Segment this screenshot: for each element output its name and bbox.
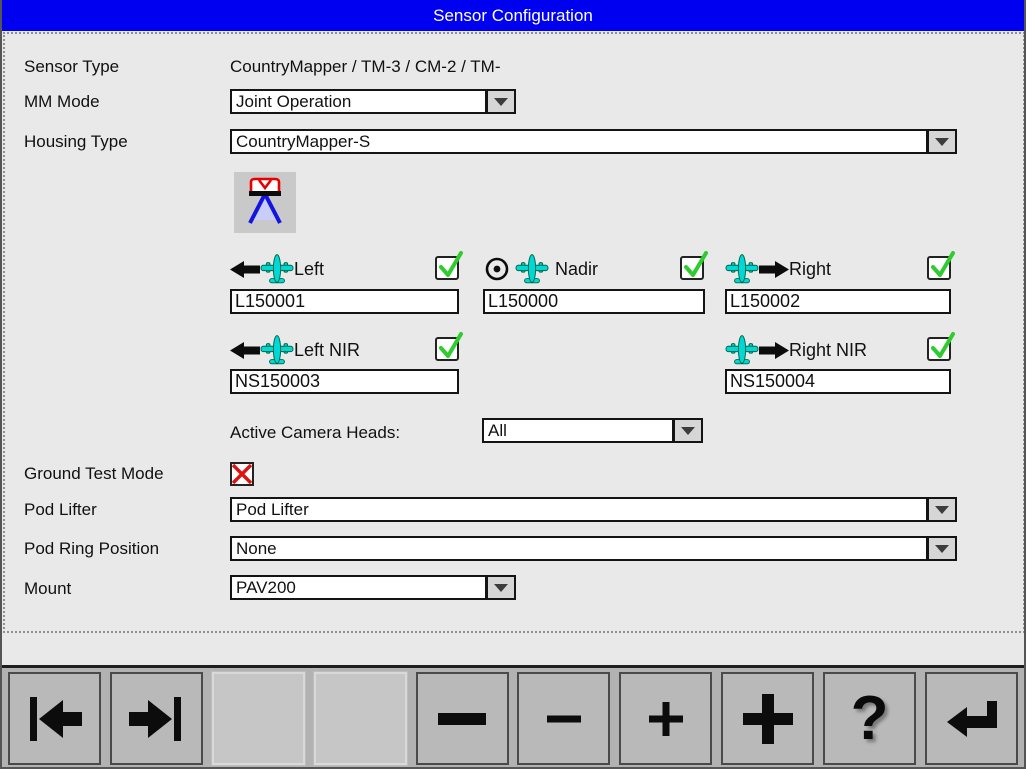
camera-head-right-nir-checkbox[interactable] [927,337,951,361]
enter-return-icon [941,689,1001,749]
pod-ring-position-value[interactable]: None [230,536,928,561]
sensor-type-value: CountryMapper / TM-3 / CM-2 / TM- [230,57,500,77]
pod-ring-position-dropdown-button[interactable] [927,536,957,561]
pod-ring-position-label: Pod Ring Position [24,539,159,559]
ground-test-mode-checkbox[interactable] [230,462,254,486]
pod-lifter-value[interactable]: Pod Lifter [230,497,928,522]
arrow-left-bar-icon [25,689,85,749]
arrow-right-bar-icon [126,689,186,749]
pod-lifter-label: Pod Lifter [24,500,97,520]
pod-ring-position-dropdown[interactable]: None [230,536,957,561]
active-camera-heads-dropdown-button[interactable] [673,418,703,443]
arrow-left-icon [230,342,260,359]
green-check-icon [930,332,956,362]
camera-head-nadir-serial-input[interactable] [483,289,705,314]
arrow-left-icon [230,261,260,278]
green-check-icon [438,251,464,281]
mount-dropdown[interactable]: PAV200 [230,575,516,600]
aircraft-top-view-icon [260,252,294,286]
camera-housing-icon [238,176,292,229]
mount-label: Mount [24,579,71,599]
camera-head-nadir-header: Nadir [483,252,598,286]
increase-small-button[interactable] [619,672,712,765]
green-check-icon [683,251,709,281]
camera-head-left-serial-input[interactable] [230,289,459,314]
camera-head-left-label: Left [294,259,324,280]
green-check-icon [438,332,464,362]
sensor-configuration-window: Sensor Configuration Sensor Type Country… [0,0,1026,769]
camera-head-right-header: Right [725,252,831,286]
help-button[interactable]: ? [823,672,916,765]
decrease-large-button[interactable] [416,672,509,765]
housing-type-dropdown[interactable]: CountryMapper-S [230,129,957,154]
camera-head-nadir-label: Nadir [555,259,598,280]
camera-head-right-nir-label: Right NIR [789,340,867,361]
housing-type-label: Housing Type [24,132,128,152]
aircraft-top-view-icon [725,252,759,286]
active-camera-heads-value[interactable]: All [482,418,674,443]
plus-thick-icon [738,689,798,749]
minus-thick-icon [432,689,492,749]
mount-value[interactable]: PAV200 [230,575,487,600]
camera-head-left-nir-label: Left NIR [294,340,360,361]
red-x-icon [231,463,253,485]
camera-head-left-nir-header: Left NIR [230,333,360,367]
active-camera-heads-label: Active Camera Heads: [230,423,400,443]
housing-preview [234,172,296,233]
aircraft-top-view-icon [515,252,549,286]
camera-head-right-checkbox[interactable] [927,256,951,280]
camera-head-left-header: Left [230,252,324,286]
camera-head-left-nir-serial-input[interactable] [230,369,459,394]
aircraft-top-view-icon [725,333,759,367]
pod-lifter-dropdown-button[interactable] [927,497,957,522]
plus-thin-icon [636,689,696,749]
ground-test-mode-label: Ground Test Mode [24,464,164,484]
increase-large-button[interactable] [721,672,814,765]
pod-lifter-dropdown[interactable]: Pod Lifter [230,497,957,522]
chevron-down-icon [935,545,949,553]
arrow-right-icon [759,342,789,359]
blank-button-2 [314,672,407,765]
decrease-small-button[interactable] [517,672,610,765]
step-first-button[interactable] [8,672,101,765]
blank-button-1 [212,672,305,765]
chevron-down-icon [935,138,949,146]
housing-type-dropdown-button[interactable] [927,129,957,154]
camera-head-right-serial-input[interactable] [725,289,951,314]
active-camera-heads-dropdown[interactable]: All [482,418,703,443]
mount-dropdown-button[interactable] [486,575,516,600]
step-last-button[interactable] [110,672,203,765]
mm-mode-dropdown[interactable]: Joint Operation [230,89,516,114]
camera-head-right-label: Right [789,259,831,280]
chevron-down-icon [494,584,508,592]
nadir-target-icon [483,255,511,283]
camera-head-nadir-checkbox[interactable] [680,256,704,280]
window-title: Sensor Configuration [2,0,1024,31]
chevron-down-icon [935,506,949,514]
toolbar: ? [2,668,1024,769]
mm-mode-value[interactable]: Joint Operation [230,89,487,114]
mm-mode-dropdown-button[interactable] [486,89,516,114]
mm-mode-label: MM Mode [24,92,100,112]
camera-head-right-nir-serial-input[interactable] [725,369,951,394]
sensor-type-label: Sensor Type [24,57,119,77]
chevron-down-icon [681,427,695,435]
chevron-down-icon [494,98,508,106]
green-check-icon [930,251,956,281]
camera-head-left-checkbox[interactable] [435,256,459,280]
question-mark-icon: ? [851,689,889,749]
arrow-right-icon [759,261,789,278]
aircraft-top-view-icon [260,333,294,367]
minus-thin-icon [534,689,594,749]
camera-head-left-nir-checkbox[interactable] [435,337,459,361]
housing-type-value[interactable]: CountryMapper-S [230,129,928,154]
camera-head-right-nir-header: Right NIR [725,333,867,367]
enter-button[interactable] [925,672,1018,765]
